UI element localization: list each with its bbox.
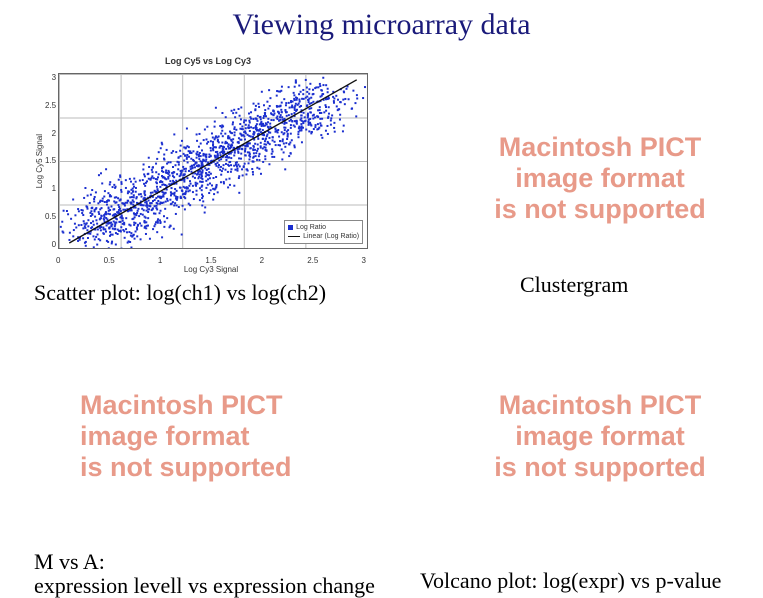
- legend-line-icon: [288, 236, 300, 237]
- scatter-caption: Scatter plot: log(ch1) vs log(ch2): [34, 280, 326, 306]
- chart-title: Log Cy5 vs Log Cy3: [34, 56, 382, 66]
- plot-area: Log Ratio Linear (Log Ratio): [58, 73, 368, 249]
- chart-legend: Log Ratio Linear (Log Ratio): [284, 220, 363, 244]
- mva-caption: M vs A: expression levell vs expression …: [34, 550, 375, 598]
- y-axis-label: Log Cy5 Signal: [34, 134, 45, 188]
- pict-error-placeholder: Macintosh PICT image format is not suppo…: [460, 132, 740, 225]
- pict-error-placeholder: Macintosh PICT image format is not suppo…: [80, 390, 380, 483]
- volcano-caption: Volcano plot: log(expr) vs p-value: [420, 568, 721, 594]
- scatter-plot: Log Cy5 vs Log Cy3 Log Cy5 Signal 3 2.5 …: [34, 56, 382, 270]
- y-ticks: 3 2.5 2 1.5 1 0.5 0: [45, 73, 58, 249]
- page-title: Viewing microarray data: [0, 0, 763, 42]
- pict-error-placeholder: Macintosh PICT image format is not suppo…: [460, 390, 740, 483]
- x-axis-label: Log Cy3 Signal: [56, 265, 366, 274]
- legend-marker-icon: [288, 225, 293, 230]
- x-ticks: 0 0.5 1 1.5 2 2.5 3: [56, 256, 366, 265]
- cluster-caption: Clustergram: [520, 272, 628, 298]
